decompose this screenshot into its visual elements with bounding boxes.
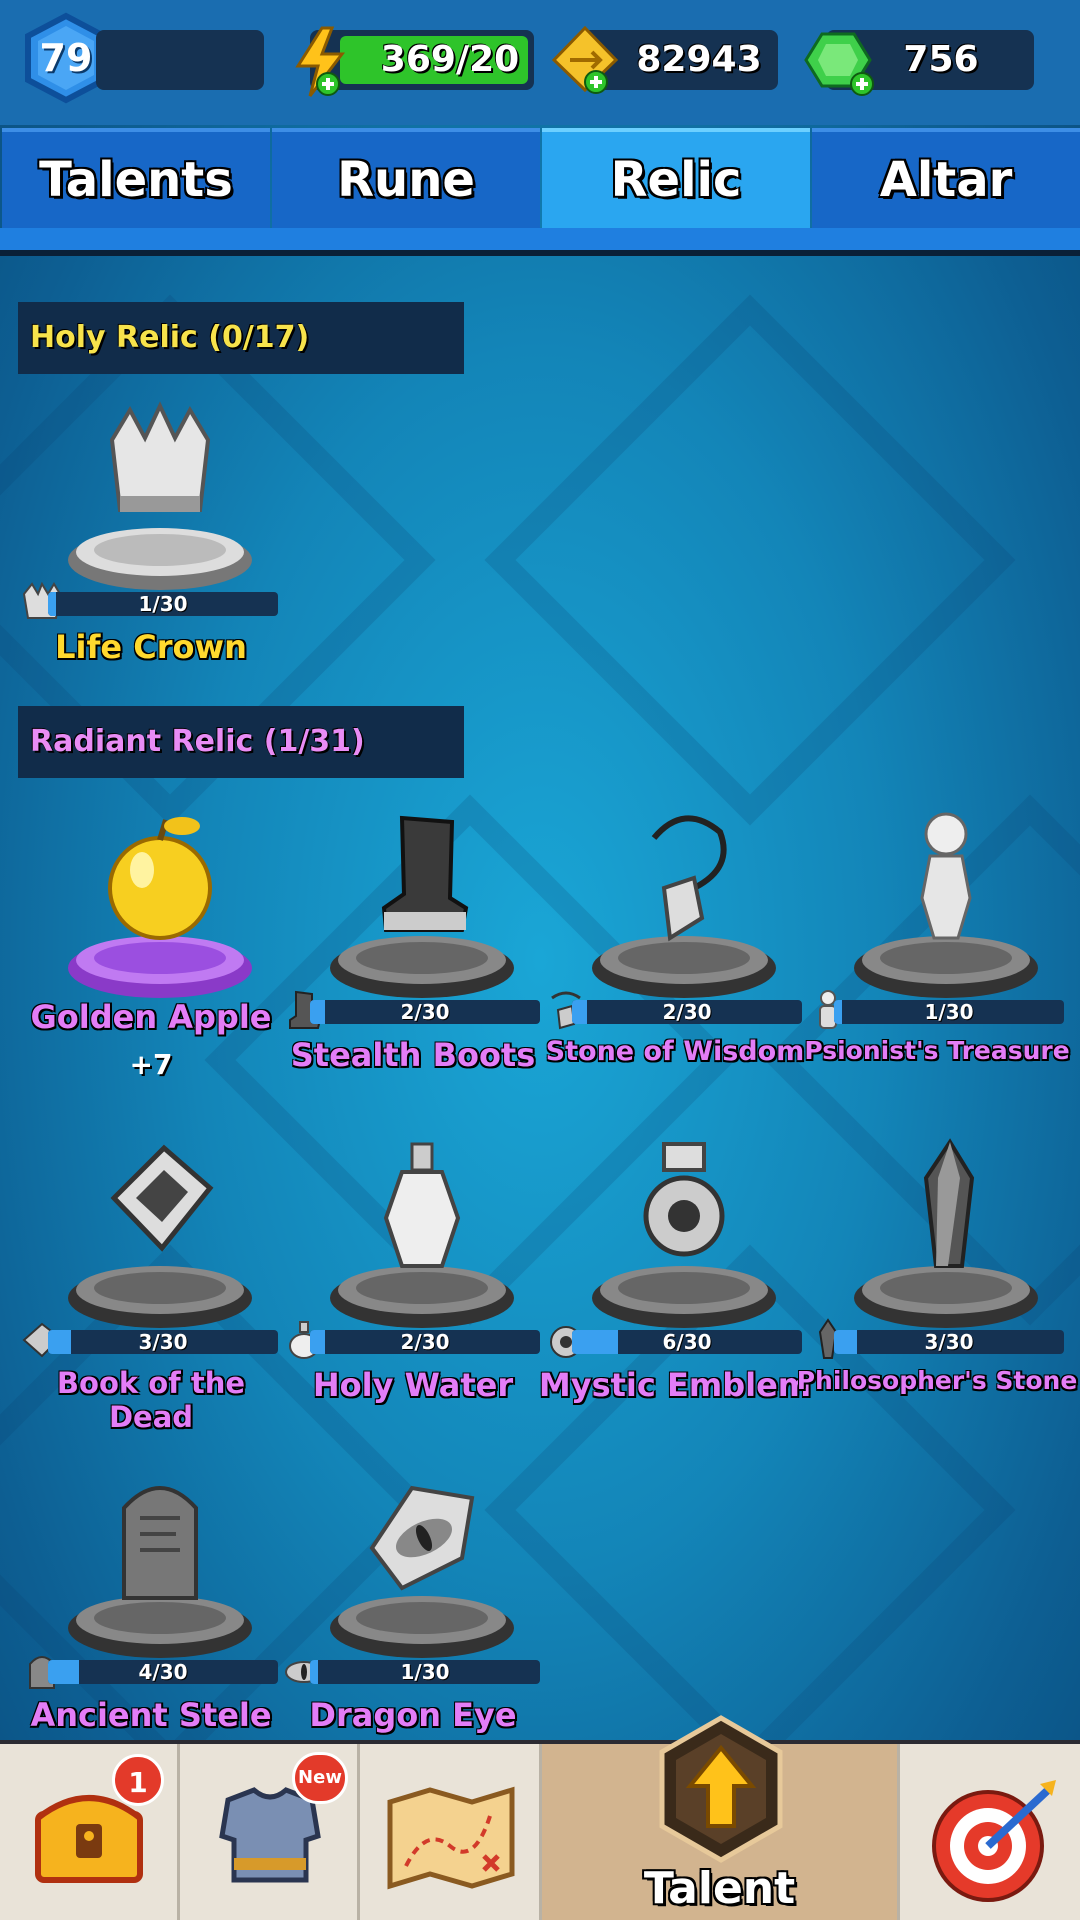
tab-talents[interactable]: Talents [2,128,270,228]
progress-text: 2/30 [400,1000,450,1024]
relic-mystic-emblem[interactable]: 6/30 Mystic Emblem [539,1138,811,1418]
progress-text: 1/30 [924,1000,974,1024]
relic-name: Ancient Stele [30,1696,272,1734]
relic-bonus: +7 [129,1048,173,1081]
relic-name: Book of the Dead [56,1366,246,1434]
tab-bar: Talents Rune Relic Altar [0,128,1080,228]
nav-map[interactable] [360,1744,542,1920]
progress-bar: 3/30 [48,1330,278,1354]
tab-relic[interactable]: Relic [542,128,810,228]
equipment-new-badge: New [292,1752,348,1804]
relic-name: Philosopher's Stone [796,1366,1078,1395]
gold-value: 82943 [636,39,762,80]
relic-stealth-boots[interactable]: 2/30 Stealth Boots [282,808,544,1088]
progress-bar: 2/30 [310,1330,540,1354]
dragon-eye-icon [369,1485,475,1591]
gravestone-icon [122,1486,198,1600]
crystal-icon [923,1138,975,1268]
nav-equipment[interactable]: New [180,1744,360,1920]
progress-text: 2/30 [400,1330,450,1354]
progress-text: 2/30 [662,1000,712,1024]
energy-bolt-icon [295,26,346,97]
gem-value: 756 [903,39,979,80]
relic-book-of-the-dead[interactable]: 3/30 Book of the Dead [20,1138,282,1434]
holy-relic-header: Holy Relic (0/17) [18,302,464,374]
progress-bar: 2/30 [310,1000,540,1024]
nav-chest[interactable]: 1 [0,1744,180,1920]
progress-bar: 1/30 [310,1660,540,1684]
progress-text: 4/30 [138,1660,188,1684]
tab-altar[interactable]: Altar [812,128,1080,228]
resource-bar: 79 369/20 82943 756 [0,0,1080,125]
bottom-nav: 1 New Talent [0,1715,1080,1920]
progress-bar: 6/30 [572,1330,802,1354]
progress-bar: 2/30 [572,1000,802,1024]
relic-name: Mystic Emblem [538,1366,812,1404]
gem-icon [804,32,874,96]
relic-name: Golden Apple [30,998,272,1036]
tab-rune[interactable]: Rune [272,128,540,228]
progress-text: 1/30 [138,592,188,616]
talent-arrow-icon [659,1715,783,1863]
progress-bar: 1/30 [48,592,278,616]
progress-bar: 4/30 [48,1660,278,1684]
target-icon [932,1780,1056,1902]
golden-apple-icon [108,817,212,940]
relic-holy-water[interactable]: 2/30 Holy Water [282,1138,544,1418]
chest-badge: 1 [112,1754,164,1806]
crown-icon [109,401,211,512]
nav-target[interactable] [900,1744,1080,1920]
relic-name: Psionist's Treasure [804,1036,1070,1065]
tab-underline [0,228,1080,256]
map-icon [387,1786,515,1890]
radiant-relic-header: Radiant Relic (1/31) [18,706,464,778]
relic-name: Stone of Wisdom [545,1036,805,1067]
relic-life-crown[interactable]: 1/30 Life Crown [20,400,282,680]
relic-name: Dragon Eye [309,1696,517,1734]
progress-text: 1/30 [400,1660,450,1684]
relic-golden-apple[interactable]: Golden Apple +7 [20,808,282,1088]
relic-name: Life Crown [55,628,247,666]
relic-stone-of-wisdom[interactable]: 2/30 Stone of Wisdom [544,808,806,1088]
nav-talent[interactable]: Talent [542,1715,900,1920]
boot-icon [381,815,469,932]
talent-label: Talent [643,1863,796,1914]
relic-ancient-stele[interactable]: 4/30 Ancient Stele [20,1468,282,1748]
figurine-icon [920,812,972,940]
gold-coin-icon [551,25,619,94]
energy-value: 369/20 [380,39,520,80]
progress-text: 6/30 [662,1330,712,1354]
relic-psionists-treasure[interactable]: 1/30 Psionist's Treasure [804,808,1070,1088]
progress-bar: 1/30 [834,1000,1064,1024]
emblem-icon [643,1142,725,1257]
xp-pill [96,30,264,90]
progress-text: 3/30 [138,1330,188,1354]
potion-icon [383,1142,461,1268]
relic-dragon-eye[interactable]: 1/30 Dragon Eye [282,1468,544,1748]
relic-name: Stealth Boots [290,1036,536,1074]
book-icon [110,1144,214,1252]
relic-name: Holy Water [312,1366,514,1404]
relic-philosophers-stone[interactable]: 3/30 Philosopher's Stone [797,1138,1077,1418]
progress-bar: 3/30 [834,1330,1064,1354]
necklace-icon [651,815,727,942]
progress-text: 3/30 [924,1330,974,1354]
